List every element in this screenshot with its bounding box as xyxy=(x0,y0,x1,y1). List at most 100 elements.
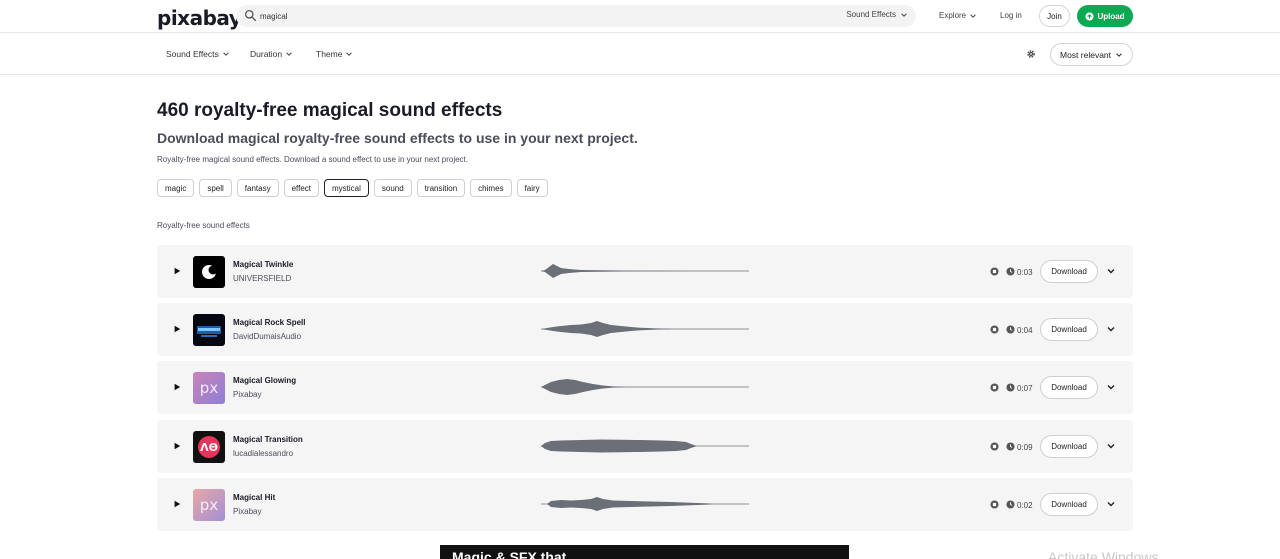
explore-label: Explore xyxy=(939,11,967,20)
track-title[interactable]: Magical Transition xyxy=(233,435,303,444)
play-icon[interactable] xyxy=(173,500,181,508)
tag-chimes[interactable]: chimes xyxy=(470,179,512,197)
chevron-down-icon xyxy=(223,52,229,56)
stop-icon[interactable] xyxy=(990,325,999,334)
track-title[interactable]: Magical Glowing xyxy=(233,376,296,385)
filter-label: Duration xyxy=(250,49,283,59)
filter-label: Sound Effects xyxy=(166,49,219,59)
stop-icon[interactable] xyxy=(990,267,999,276)
filter-duration[interactable]: Duration xyxy=(250,49,293,59)
tag-magic[interactable]: magic xyxy=(157,179,195,197)
play-icon[interactable] xyxy=(173,383,181,391)
track-duration: 0:09 xyxy=(1017,443,1033,452)
tag-mystical[interactable]: mystical xyxy=(324,179,369,197)
login-link[interactable]: Log in xyxy=(1000,11,1022,20)
page-title: 460 royalty-free magical sound effects xyxy=(157,100,503,121)
track-title[interactable]: Magical Rock Spell xyxy=(233,318,305,327)
play-icon[interactable] xyxy=(173,325,181,333)
universfield-logo-icon xyxy=(202,265,218,279)
download-button[interactable]: Download xyxy=(1040,376,1098,399)
download-button[interactable]: Download xyxy=(1040,435,1098,458)
track-author[interactable]: DavidDumaisAudio xyxy=(233,332,301,341)
track-row: px Magical Glowing Pixabay 0:07 Download xyxy=(157,361,1133,414)
track-thumbnail[interactable]: px xyxy=(193,489,225,521)
tag-spell[interactable]: spell xyxy=(199,179,232,197)
tag-effect[interactable]: effect xyxy=(283,179,320,197)
play-icon[interactable] xyxy=(173,267,181,275)
gear-icon[interactable] xyxy=(1026,49,1036,59)
track-author[interactable]: Pixabay xyxy=(233,390,261,399)
page-subtitle: Download magical royalty-free sound effe… xyxy=(157,130,638,146)
waveform[interactable] xyxy=(541,315,749,343)
sort-dropdown[interactable]: Most relevant xyxy=(1050,43,1133,66)
chevron-down-icon[interactable] xyxy=(1106,266,1116,276)
track-thumbnail[interactable]: px xyxy=(193,372,225,404)
search-type-dropdown[interactable]: Sound Effects xyxy=(846,10,908,19)
track-row: ΛΘ Magical Transition lucadialessandro 0… xyxy=(157,420,1133,473)
tag-fairy[interactable]: fairy xyxy=(516,179,548,197)
track-row: Magical Rock Spell DavidDumaisAudio 0:04… xyxy=(157,303,1133,356)
track-duration: 0:02 xyxy=(1017,501,1033,510)
explore-menu[interactable]: Explore xyxy=(939,11,977,20)
stop-icon[interactable] xyxy=(990,500,999,509)
track-author[interactable]: Pixabay xyxy=(233,507,261,516)
clock-icon xyxy=(1006,500,1015,509)
upload-icon xyxy=(1085,11,1094,21)
filter-label: Theme xyxy=(316,49,343,59)
track-author[interactable]: UNIVERSFIELD xyxy=(233,274,291,283)
chevron-down-icon xyxy=(1116,52,1122,57)
promo-banner[interactable]: Magic & SFX that xyxy=(440,545,849,559)
chevron-down-icon xyxy=(970,13,976,18)
pixabay-avatar-icon: px xyxy=(200,496,219,514)
search-type-label: Sound Effects xyxy=(846,10,896,19)
play-icon[interactable] xyxy=(173,442,181,450)
pixabay-avatar-icon: px xyxy=(200,379,219,397)
track-author[interactable]: lucadialessandro xyxy=(233,449,293,458)
chevron-down-icon xyxy=(901,12,907,17)
search-input[interactable] xyxy=(260,7,820,25)
waveform[interactable] xyxy=(541,432,749,460)
upload-label: Upload xyxy=(1097,11,1125,21)
join-button[interactable]: Join xyxy=(1039,5,1070,27)
stop-icon[interactable] xyxy=(990,442,999,451)
chevron-down-icon xyxy=(286,52,292,56)
waveform[interactable] xyxy=(541,373,749,401)
waveform[interactable] xyxy=(541,257,749,285)
track-title[interactable]: Magical Hit xyxy=(233,493,275,502)
track-thumbnail[interactable] xyxy=(193,314,225,346)
clock-icon xyxy=(1006,325,1015,334)
waveform[interactable] xyxy=(541,490,749,518)
tag-transition[interactable]: transition xyxy=(416,179,466,197)
track-row: Magical Twinkle UNIVERSFIELD 0:03 Downlo… xyxy=(157,245,1133,298)
stop-icon[interactable] xyxy=(990,383,999,392)
download-button[interactable]: Download xyxy=(1040,260,1098,283)
track-thumbnail[interactable] xyxy=(193,256,225,288)
chevron-down-icon[interactable] xyxy=(1106,324,1116,334)
chevron-down-icon xyxy=(346,52,353,56)
section-label: Royalty-free sound effects xyxy=(157,221,250,230)
track-duration: 0:07 xyxy=(1017,384,1033,393)
track-duration: 0:04 xyxy=(1017,326,1033,335)
chevron-down-icon[interactable] xyxy=(1106,441,1116,451)
clock-icon xyxy=(1006,267,1015,276)
pixabay-logo[interactable]: pixabay xyxy=(157,6,242,30)
tag-fantasy[interactable]: fantasy xyxy=(236,179,279,197)
search-icon xyxy=(244,9,257,22)
chevron-down-icon[interactable] xyxy=(1106,382,1116,392)
chevron-down-icon[interactable] xyxy=(1106,499,1116,509)
track-duration: 0:03 xyxy=(1017,268,1033,277)
download-button[interactable]: Download xyxy=(1040,318,1098,341)
tag-sound[interactable]: sound xyxy=(373,179,412,197)
filter-theme[interactable]: Theme xyxy=(316,49,353,59)
filter-sound-effects[interactable]: Sound Effects xyxy=(166,49,230,59)
svg-text:px: px xyxy=(200,379,219,397)
top-navigation-bar: pixabay Sound Effects Explore Log in Joi… xyxy=(0,0,1280,33)
track-row: px Magical Hit Pixabay 0:02 Download xyxy=(157,478,1133,531)
upload-button[interactable]: Upload xyxy=(1077,5,1133,27)
track-title[interactable]: Magical Twinkle xyxy=(233,260,293,269)
track-thumbnail[interactable]: ΛΘ xyxy=(193,431,225,463)
svg-text:ΛΘ: ΛΘ xyxy=(200,441,218,454)
download-button[interactable]: Download xyxy=(1040,493,1098,516)
davidumaisaudio-logo-icon xyxy=(197,326,221,337)
lucadialessandro-logo-icon: ΛΘ xyxy=(198,436,220,458)
